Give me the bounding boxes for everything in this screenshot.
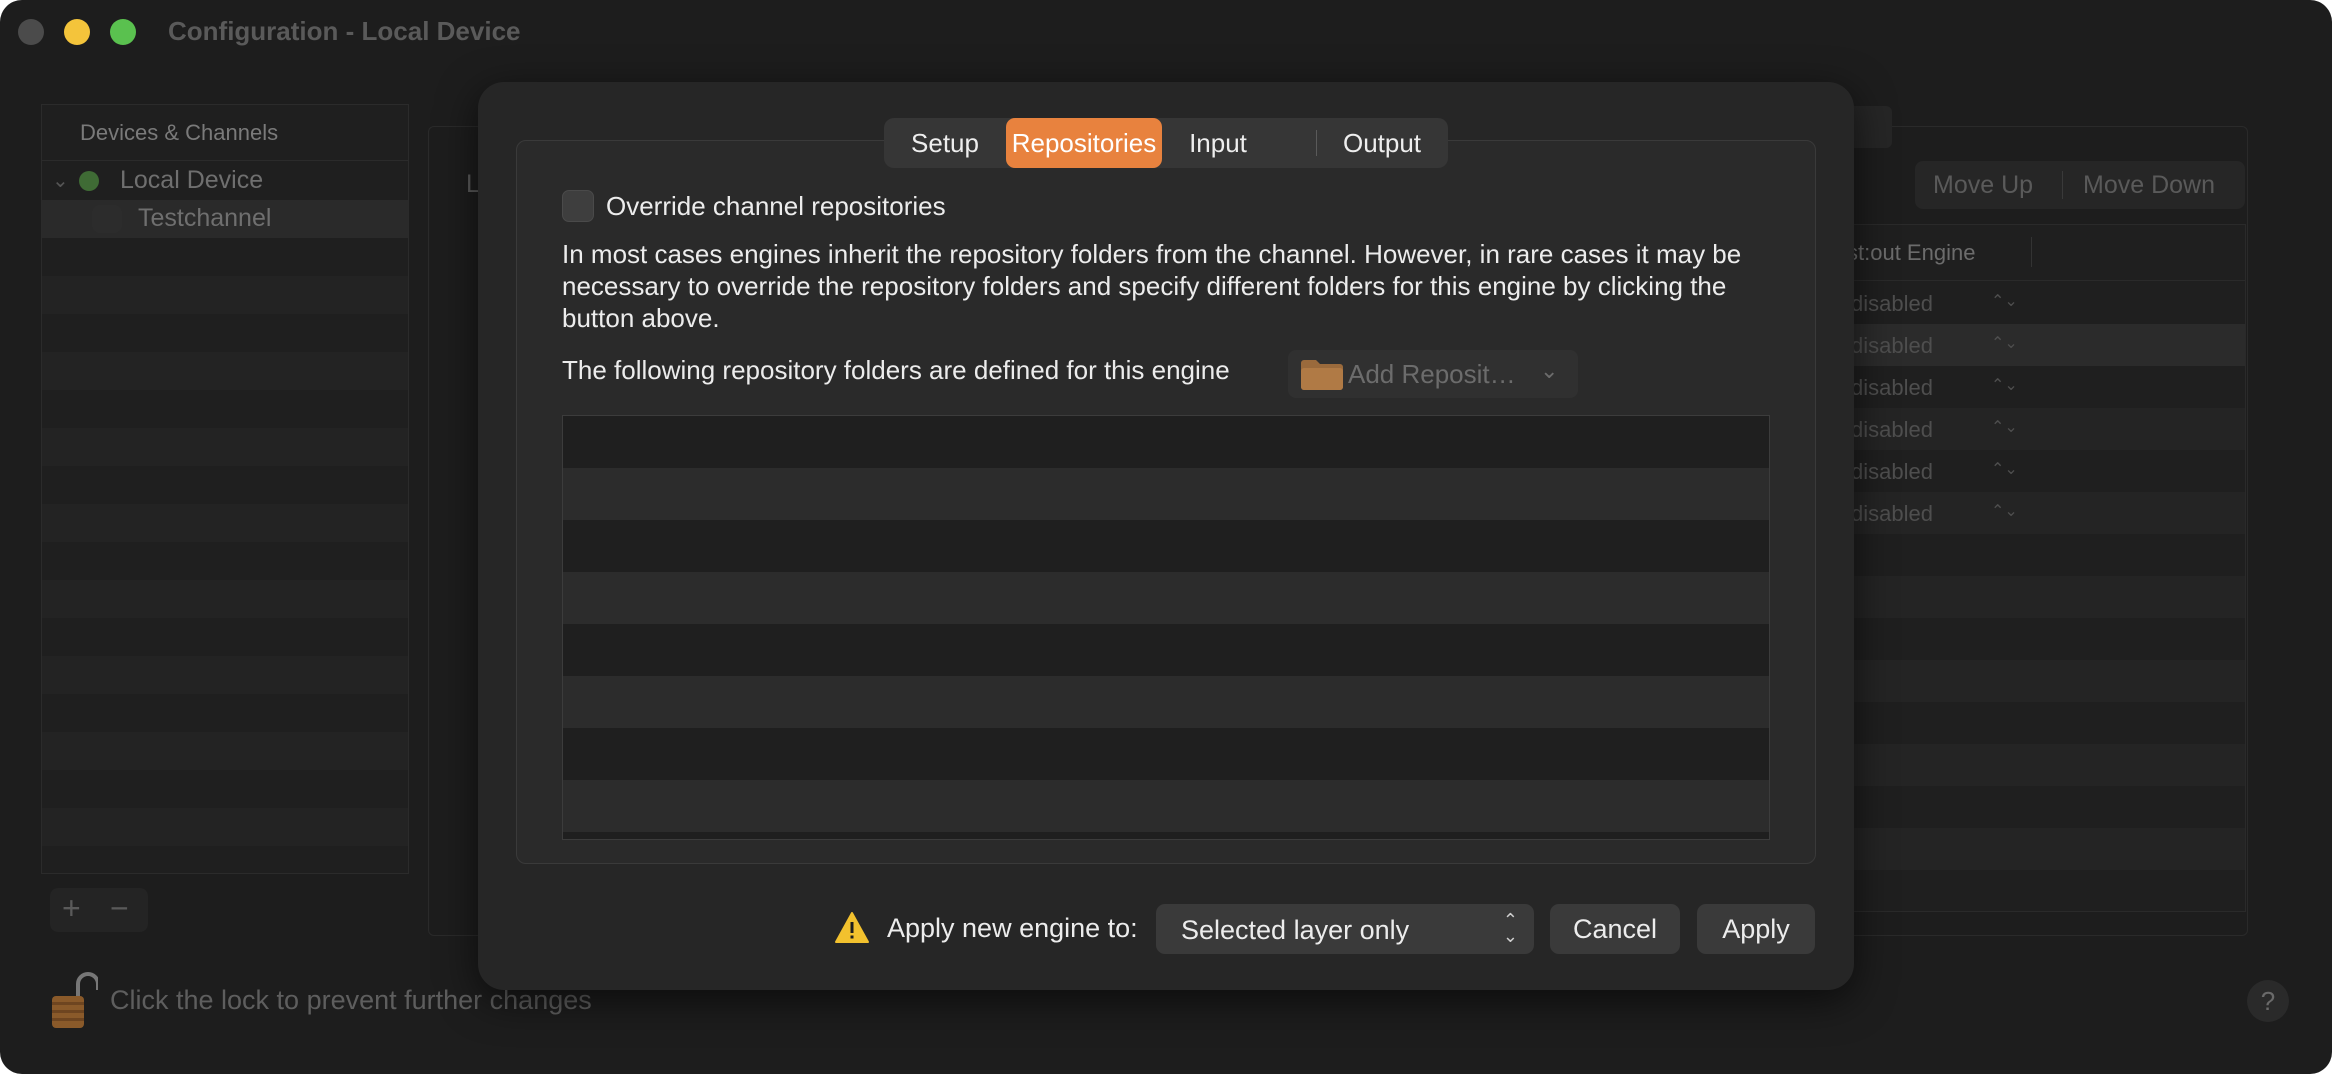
move-up-button[interactable]: Move Up bbox=[1933, 171, 2033, 200]
help-button[interactable]: ? bbox=[2247, 980, 2289, 1022]
table-empty-row bbox=[1801, 576, 2245, 618]
tab-input[interactable]: Input bbox=[1162, 118, 1274, 168]
status-dot-icon bbox=[79, 171, 99, 191]
configuration-window: Configuration - Local Device Devices & C… bbox=[0, 0, 2332, 1074]
override-repositories-checkbox[interactable] bbox=[562, 190, 594, 222]
list-item bbox=[563, 676, 1769, 728]
engine-value: disabled bbox=[1851, 417, 1933, 442]
repository-folders-label: The following repository folders are def… bbox=[562, 355, 1230, 385]
sidebar-empty-row bbox=[42, 428, 408, 466]
list-item bbox=[563, 468, 1769, 520]
sidebar-item-testchannel[interactable]: Testchannel bbox=[42, 200, 408, 238]
engine-value: disabled bbox=[1851, 333, 1933, 358]
table-row[interactable]: disabled ⌃⌄ bbox=[1801, 492, 2245, 534]
table-row[interactable]: disabled ⌃⌄ bbox=[1801, 324, 2245, 366]
apply-new-engine-label: Apply new engine to: bbox=[887, 913, 1138, 943]
add-remove-control: + − bbox=[50, 888, 148, 932]
channel-icon bbox=[92, 205, 122, 233]
engine-value: disabled bbox=[1851, 375, 1933, 400]
engine-value: disabled bbox=[1851, 501, 1933, 526]
tab-bar: Setup Repositories Input Output bbox=[884, 118, 1448, 168]
list-item bbox=[563, 728, 1769, 780]
sidebar-empty-row bbox=[42, 656, 408, 694]
background-engine-table: st:out Engine disabled ⌃⌄ disabled ⌃⌄ disa… bbox=[1800, 224, 2246, 912]
lock-icon[interactable] bbox=[50, 972, 98, 1030]
remove-button[interactable]: − bbox=[110, 890, 129, 927]
chevron-down-icon[interactable]: ⌄ bbox=[52, 168, 69, 193]
warning-icon bbox=[835, 912, 869, 943]
sidebar-item-local-device[interactable]: ⌄ Local Device bbox=[42, 162, 408, 200]
apply-button[interactable]: Apply bbox=[1697, 904, 1815, 954]
move-down-button[interactable]: Move Down bbox=[2083, 171, 2215, 200]
add-repository-label: Add Reposit… bbox=[1348, 359, 1516, 389]
updown-chevron-icon: ⌃ ⌄ bbox=[1502, 910, 1518, 946]
sidebar-empty-row bbox=[42, 580, 408, 618]
add-button[interactable]: + bbox=[62, 890, 81, 927]
list-item bbox=[563, 832, 1769, 839]
minimize-window-button[interactable] bbox=[64, 19, 90, 45]
sidebar-empty-row bbox=[42, 352, 408, 390]
table-empty-row bbox=[1801, 744, 2245, 786]
maximize-window-button[interactable] bbox=[110, 19, 136, 45]
table-row[interactable]: disabled ⌃⌄ bbox=[1801, 450, 2245, 492]
apply-scope-value: Selected layer only bbox=[1181, 915, 1410, 945]
channel-label: Testchannel bbox=[138, 204, 272, 232]
table-row[interactable]: disabled ⌃⌄ bbox=[1801, 408, 2245, 450]
sidebar-header: Devices & Channels bbox=[42, 105, 408, 161]
list-item bbox=[563, 520, 1769, 572]
table-empty-row bbox=[1801, 660, 2245, 702]
folder-icon bbox=[1301, 360, 1343, 390]
chevron-down-icon: ⌄ bbox=[1540, 358, 1559, 383]
sidebar-empty-row bbox=[42, 732, 408, 770]
column-header-engine: st:out Engine bbox=[1847, 240, 1976, 265]
list-item bbox=[563, 624, 1769, 676]
tab-output[interactable]: Output bbox=[1316, 118, 1448, 168]
override-repositories-label: Override channel repositories bbox=[606, 191, 946, 221]
engine-value: disabled bbox=[1851, 291, 1933, 316]
list-item bbox=[563, 572, 1769, 624]
table-row[interactable]: disabled ⌃⌄ bbox=[1801, 282, 2245, 324]
sidebar-empty-row bbox=[42, 808, 408, 846]
device-label: Local Device bbox=[120, 166, 264, 194]
move-segmented-control: Move Up Move Down bbox=[1915, 161, 2245, 209]
cancel-button[interactable]: Cancel bbox=[1550, 904, 1680, 954]
list-item bbox=[563, 416, 1769, 468]
sidebar-empty-row bbox=[42, 504, 408, 542]
add-repository-button[interactable]: Add Reposit… ⌄ bbox=[1288, 350, 1578, 398]
tab-setup[interactable]: Setup bbox=[884, 118, 1006, 168]
devices-sidebar: Devices & Channels ⌄ Local Device Testch… bbox=[41, 104, 409, 874]
repository-description: In most cases engines inherit the reposi… bbox=[562, 239, 1742, 333]
engine-value: disabled bbox=[1851, 459, 1933, 484]
table-empty-row bbox=[1801, 828, 2245, 870]
sidebar-empty-row bbox=[42, 276, 408, 314]
tab-repositories[interactable]: Repositories bbox=[1006, 118, 1162, 168]
repository-folders-list[interactable] bbox=[562, 415, 1770, 840]
table-row[interactable]: disabled ⌃⌄ bbox=[1801, 366, 2245, 408]
list-item bbox=[563, 780, 1769, 832]
table-header: st:out Engine bbox=[1801, 225, 2245, 281]
apply-scope-select[interactable]: Selected layer only ⌃ ⌄ bbox=[1156, 904, 1534, 954]
window-title: Configuration - Local Device bbox=[168, 16, 521, 46]
close-window-button[interactable] bbox=[18, 19, 44, 45]
